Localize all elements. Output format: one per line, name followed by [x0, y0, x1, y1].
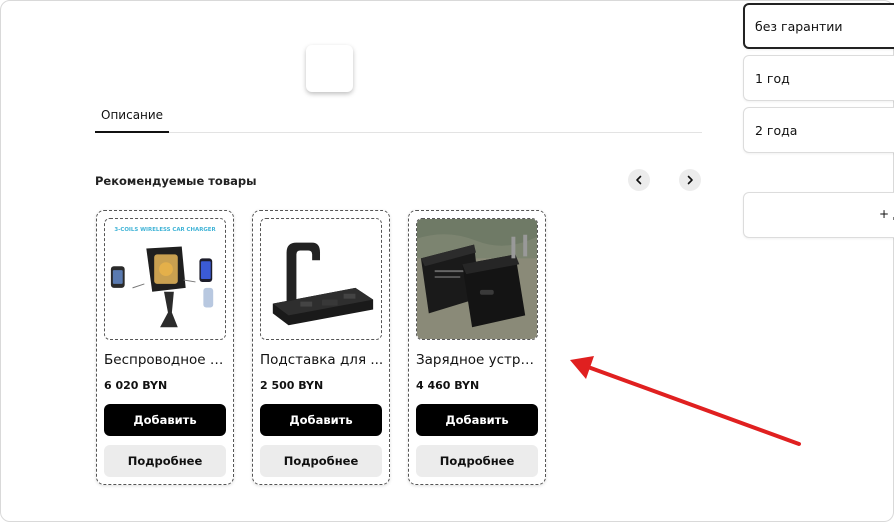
product-name[interactable]: Подставка для ...: [260, 352, 384, 368]
charging-stand-image: [261, 219, 381, 339]
product-price: 4 460 BYN: [416, 379, 480, 392]
carousel-prev-button[interactable]: [628, 169, 650, 191]
details-button[interactable]: Подробнее: [104, 445, 226, 477]
product-image[interactable]: [416, 218, 538, 340]
details-button[interactable]: Подробнее: [260, 445, 382, 477]
warranty-option-none[interactable]: без гарантии: [743, 3, 894, 49]
product-name[interactable]: Беспроводное з...: [104, 352, 228, 368]
product-card[interactable]: Зарядное устро... 4 460 BYN Добавить Под…: [408, 210, 546, 485]
chevron-left-icon: [636, 175, 642, 185]
image-caption: 3-COILS WIRELESS CAR CHARGER: [114, 227, 216, 233]
product-price: 6 020 BYN: [104, 379, 168, 392]
chevron-right-icon: [687, 175, 693, 185]
recommended-title: Рекомендуемые товары: [95, 174, 257, 188]
product-card[interactable]: Подставка для ... 2 500 BYN Добавить Под…: [252, 210, 390, 485]
product-image[interactable]: [260, 218, 382, 340]
add-to-cart-button[interactable]: Добавить: [104, 404, 226, 436]
carousel-next-button[interactable]: [679, 169, 701, 191]
warranty-option-1-year[interactable]: 1 год: [743, 55, 894, 101]
details-button[interactable]: Подробнее: [416, 445, 538, 477]
tab-description[interactable]: Описание: [95, 100, 170, 133]
product-image[interactable]: 3-COILS WIRELESS CAR CHARGER: [104, 218, 226, 340]
tab-bar: Описание: [95, 100, 702, 133]
add-to-cart-button[interactable]: Добавить: [416, 404, 538, 436]
product-price: 2 500 BYN: [260, 379, 324, 392]
add-to-cart-button[interactable]: Добавить: [260, 404, 382, 436]
wireless-car-charger-image: 3-COILS WIRELESS CAR CHARGER: [105, 219, 225, 339]
product-card[interactable]: 3-COILS WIRELESS CAR CHARGER Беспроводно…: [96, 210, 234, 485]
add-option-button[interactable]: + Д: [743, 192, 894, 238]
wall-charger-image: [417, 219, 537, 339]
add-option-label: + Д: [879, 207, 894, 221]
product-name[interactable]: Зарядное устро...: [416, 352, 540, 368]
warranty-option-2-years[interactable]: 2 года: [743, 107, 894, 153]
product-thumbnail[interactable]: [306, 45, 353, 92]
